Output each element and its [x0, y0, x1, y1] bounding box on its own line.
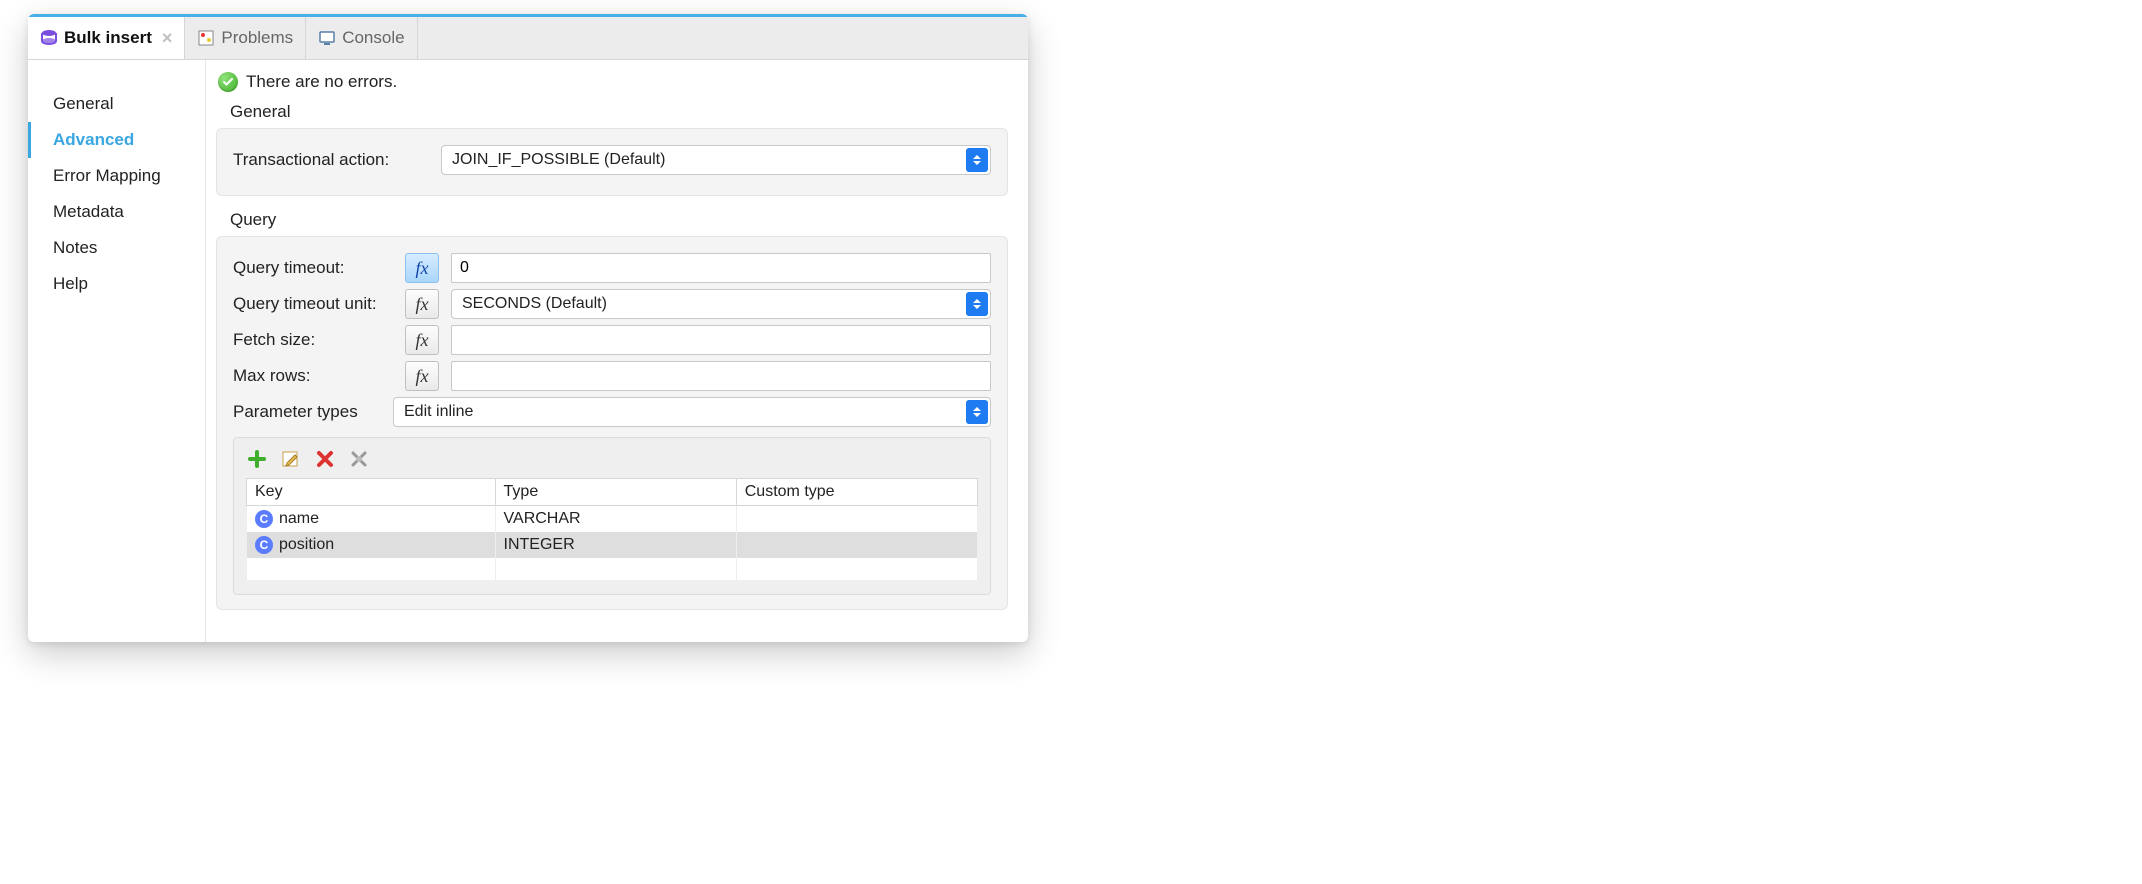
table-row-empty: [247, 558, 978, 580]
edit-icon[interactable]: [280, 448, 302, 470]
transactional-action-label: Transactional action:: [233, 150, 393, 170]
tab-console[interactable]: Console: [306, 17, 417, 59]
tab-label: Console: [342, 28, 404, 48]
select-value: SECONDS (Default): [462, 295, 607, 313]
sidebar-item-label: Error Mapping: [53, 166, 161, 185]
section-title-query: Query: [230, 210, 1014, 230]
delete-icon[interactable]: [314, 448, 336, 470]
tab-problems[interactable]: Problems: [185, 17, 306, 59]
transactional-action-select[interactable]: JOIN_IF_POSSIBLE (Default): [441, 145, 991, 175]
chevron-updown-icon: [966, 292, 988, 316]
col-key[interactable]: Key: [247, 479, 496, 506]
add-icon[interactable]: [246, 448, 268, 470]
console-icon: [318, 29, 336, 47]
sidebar-item-general[interactable]: General: [28, 86, 205, 122]
fx-button[interactable]: fx: [405, 361, 439, 391]
cell-custom-type: [736, 506, 977, 533]
chevron-updown-icon: [966, 400, 988, 424]
fx-button[interactable]: fx: [405, 325, 439, 355]
col-custom-type[interactable]: Custom type: [736, 479, 977, 506]
param-toolbar: [246, 448, 978, 470]
cell-type: VARCHAR: [495, 506, 736, 533]
status-message: There are no errors.: [246, 72, 397, 92]
param-badge-icon: C: [255, 510, 273, 528]
section-general: Transactional action: JOIN_IF_POSSIBLE (…: [216, 128, 1008, 196]
max-rows-input[interactable]: [451, 361, 991, 391]
parameter-table-area: Key Type Custom type Cname VARCHAR: [233, 437, 991, 595]
select-value: Edit inline: [404, 403, 473, 421]
tab-label: Bulk insert: [64, 28, 152, 48]
cell-key: position: [279, 536, 334, 553]
cell-type: INTEGER: [495, 532, 736, 558]
parameter-types-select[interactable]: Edit inline: [393, 397, 991, 427]
section-query: Query timeout: fx Query timeout unit: fx…: [216, 236, 1008, 610]
close-icon[interactable]: ×: [162, 28, 173, 49]
sidebar: General Advanced Error Mapping Metadata …: [28, 60, 206, 642]
tab-bulk-insert[interactable]: Bulk insert ×: [28, 17, 185, 59]
param-badge-icon: C: [255, 536, 273, 554]
sidebar-item-metadata[interactable]: Metadata: [28, 194, 205, 230]
query-timeout-unit-select[interactable]: SECONDS (Default): [451, 289, 991, 319]
sidebar-item-label: Advanced: [53, 130, 134, 149]
fetch-size-label: Fetch size:: [233, 330, 393, 350]
max-rows-label: Max rows:: [233, 366, 393, 386]
parameter-table: Key Type Custom type Cname VARCHAR: [246, 478, 978, 580]
cell-custom-type: [736, 532, 977, 558]
sidebar-item-label: Notes: [53, 238, 97, 257]
fx-button[interactable]: fx: [405, 289, 439, 319]
sidebar-item-error-mapping[interactable]: Error Mapping: [28, 158, 205, 194]
sidebar-item-label: Metadata: [53, 202, 124, 221]
parameter-types-label: Parameter types: [233, 402, 381, 422]
section-title-general: General: [230, 102, 1014, 122]
sidebar-item-notes[interactable]: Notes: [28, 230, 205, 266]
sidebar-item-help[interactable]: Help: [28, 266, 205, 302]
query-timeout-input[interactable]: [451, 253, 991, 283]
database-icon: [40, 29, 58, 47]
table-row[interactable]: Cname VARCHAR: [247, 506, 978, 533]
table-row[interactable]: Cposition INTEGER: [247, 532, 978, 558]
tab-label: Problems: [221, 28, 293, 48]
cell-key: name: [279, 510, 319, 527]
problems-icon: [197, 29, 215, 47]
fx-button[interactable]: fx: [405, 253, 439, 283]
editor-panel: Bulk insert × Problems Console General A…: [28, 14, 1028, 642]
status-bar: There are no errors.: [218, 72, 1014, 92]
tab-bar: Bulk insert × Problems Console: [28, 14, 1028, 60]
sidebar-item-advanced[interactable]: Advanced: [28, 122, 205, 158]
query-timeout-unit-label: Query timeout unit:: [233, 294, 393, 314]
sidebar-item-label: General: [53, 94, 113, 113]
settings-icon[interactable]: [348, 448, 370, 470]
fetch-size-input[interactable]: [451, 325, 991, 355]
chevron-updown-icon: [966, 148, 988, 172]
col-type[interactable]: Type: [495, 479, 736, 506]
query-timeout-label: Query timeout:: [233, 258, 393, 278]
sidebar-item-label: Help: [53, 274, 88, 293]
select-value: JOIN_IF_POSSIBLE (Default): [452, 151, 665, 169]
main-content: There are no errors. General Transaction…: [206, 60, 1028, 642]
success-check-icon: [218, 72, 238, 92]
